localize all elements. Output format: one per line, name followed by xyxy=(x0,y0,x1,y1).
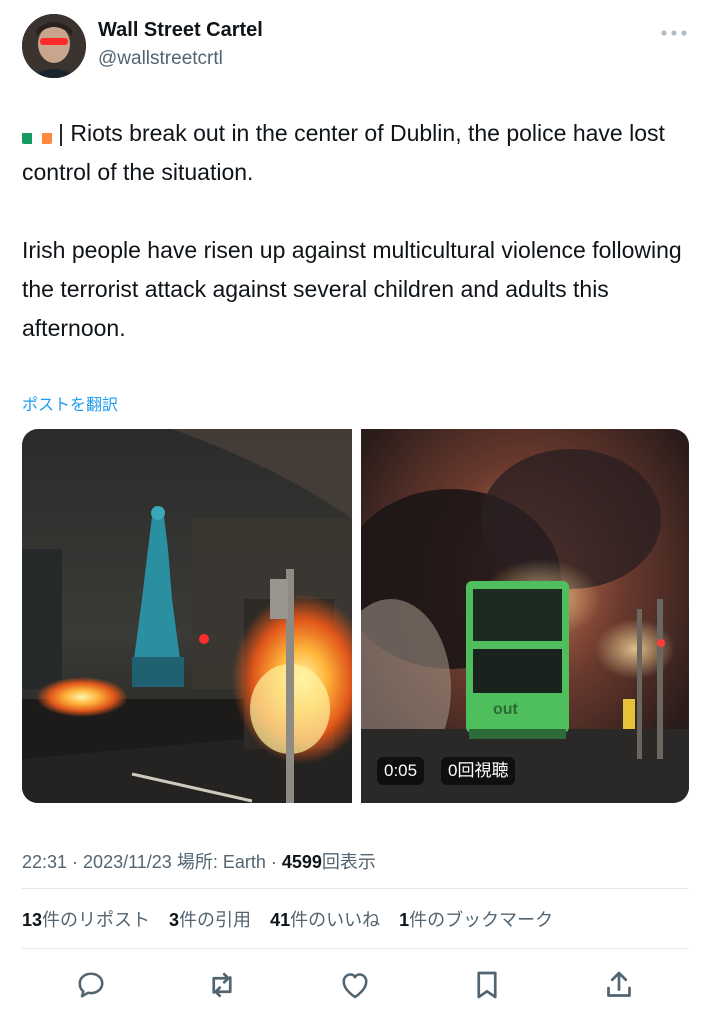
reply-button[interactable] xyxy=(73,967,109,1003)
reposts-stat[interactable]: 13件のリポスト xyxy=(22,910,150,930)
tweet-text: | Riots break out in the center of Dubli… xyxy=(22,114,692,348)
repost-button[interactable] xyxy=(204,967,240,1003)
video-views-badge: 0回視聴 xyxy=(441,757,516,785)
tweet-location: 場所: Earth xyxy=(171,852,266,872)
like-button[interactable] xyxy=(337,967,373,1003)
more-icon xyxy=(661,30,687,36)
video-duration-badge: 0:05 xyxy=(377,757,425,785)
more-options-button[interactable] xyxy=(659,22,689,42)
views-count: 4599 xyxy=(281,852,322,872)
repost-icon xyxy=(212,972,232,998)
burning-bus-video: out xyxy=(361,429,689,803)
avatar[interactable] xyxy=(22,14,86,78)
quotes-stat[interactable]: 3件の引用 xyxy=(169,910,251,930)
engagement-stats: 13件のリポスト 3件の引用 41件のいいね 1件のブックマーク xyxy=(22,906,567,932)
tweet-meta: 22:31 · 2023/11/23 場所: Earth · 4599回表示 xyxy=(22,848,376,874)
bookmarks-stat[interactable]: 1件のブックマーク xyxy=(399,910,553,930)
share-button[interactable] xyxy=(601,967,637,1003)
translate-post-link[interactable]: ポストを翻訳 xyxy=(22,391,118,415)
meta-separator: · xyxy=(265,852,282,872)
svg-text:out: out xyxy=(493,701,519,718)
reply-icon xyxy=(78,972,104,998)
divider xyxy=(22,888,689,889)
likes-stat[interactable]: 41件のいいね xyxy=(270,910,380,930)
tweet-time[interactable]: 22:31 xyxy=(22,852,67,872)
heart-icon xyxy=(342,973,368,999)
bookmark-button[interactable] xyxy=(469,967,505,1003)
tweet-paragraph-1: | Riots break out in the center of Dubli… xyxy=(22,120,665,185)
meta-separator: · xyxy=(67,852,84,872)
user-avatar-icon xyxy=(22,14,86,78)
tweet-date[interactable]: 2023/11/23 xyxy=(83,852,172,872)
divider xyxy=(22,948,689,949)
display-name[interactable]: Wall Street Cartel xyxy=(98,19,263,42)
media-video[interactable]: out 0:05 0回視聴 xyxy=(361,429,689,803)
riot-photo xyxy=(22,429,352,803)
tweet-paragraph-2: Irish people have risen up against multi… xyxy=(22,237,682,341)
media-photo[interactable] xyxy=(22,429,352,803)
user-handle[interactable]: @wallstreetcrtl xyxy=(98,48,223,70)
ireland-flag-icon xyxy=(22,125,52,144)
bookmark-icon xyxy=(477,971,497,999)
views-label: 回表示 xyxy=(321,852,376,872)
share-icon xyxy=(607,971,631,997)
